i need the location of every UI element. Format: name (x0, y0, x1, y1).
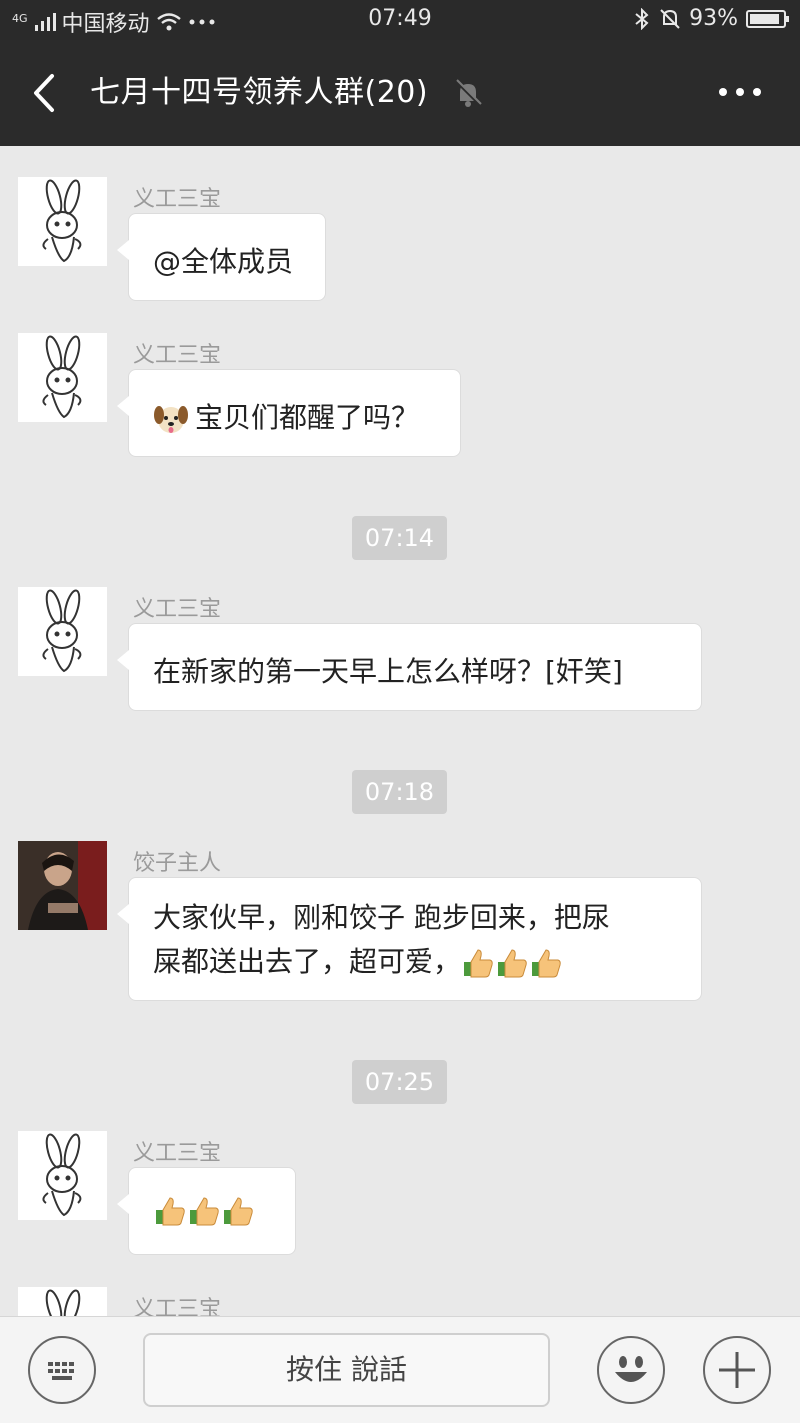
sender-name: 义工三宝 (133, 343, 222, 368)
timestamp: 07:18 (352, 770, 447, 814)
message-bubble[interactable] (117, 1167, 296, 1255)
battery-percent: 93% (689, 6, 738, 31)
message-text: 宝贝们都醒了吗？ (195, 401, 420, 434)
message-text-line: 大家伙早，刚和饺子 跑步回来，把尿 (153, 901, 610, 934)
avatar[interactable] (18, 333, 107, 422)
thumbs-up-emoji (190, 1197, 219, 1226)
sender-name: 义工三宝 (133, 1141, 222, 1166)
avatar[interactable] (18, 177, 107, 266)
sender-name: 义工三宝 (133, 597, 222, 622)
battery-icon (746, 9, 789, 28)
message-text-line: 屎都送出去了，超可爱， (153, 940, 677, 984)
avatar[interactable] (18, 841, 107, 930)
avatar[interactable] (18, 1131, 107, 1220)
sender-name: 义工三宝 (133, 187, 222, 212)
thumbs-up-emoji (464, 949, 493, 978)
smiley-icon[interactable] (597, 1336, 665, 1404)
thumbs-up-emoji (532, 949, 561, 978)
message-text: 屎都送出去了，超可爱， (153, 945, 462, 978)
message-bubble[interactable]: 宝贝们都醒了吗？ (117, 369, 461, 457)
alarm-off-icon (660, 8, 680, 29)
bell-muted-icon (454, 79, 482, 107)
message-text: 在新家的第一天早上怎么样呀？[奸笑] (153, 655, 623, 688)
chat-list[interactable]: 义工三宝 @全体成员 义工三宝 宝贝们都醒了吗？ 07:14 义工三宝 在新家的… (0, 146, 800, 1316)
page-title: 七月十四号领养人群(20) (90, 75, 429, 110)
status-bar: 4G 中国移动 07:49 93% (0, 0, 800, 40)
thumbs-up-emoji (498, 949, 527, 978)
chat-header: 七月十四号领养人群(20) (0, 40, 800, 146)
timestamp: 07:14 (352, 516, 447, 560)
thumbs-up-emoji (224, 1197, 253, 1226)
thumbs-up-emoji (156, 1197, 185, 1226)
message-text: @全体成员 (153, 245, 294, 278)
hold-to-talk-button[interactable]: 按住 說話 (143, 1333, 550, 1407)
keyboard-icon[interactable] (28, 1336, 96, 1404)
input-bar: 按住 說話 (0, 1316, 800, 1423)
more-dots-icon[interactable] (718, 82, 762, 102)
avatar[interactable] (18, 587, 107, 676)
sender-name: 饺子主人 (133, 851, 222, 876)
message-bubble[interactable]: 大家伙早，刚和饺子 跑步回来，把尿 屎都送出去了，超可爱， (117, 877, 702, 1001)
bluetooth-icon (635, 7, 649, 30)
dog-face-emoji (154, 406, 188, 433)
chevron-left-icon[interactable] (26, 68, 66, 118)
avatar[interactable] (18, 1287, 107, 1316)
timestamp: 07:25 (352, 1060, 447, 1104)
plus-icon[interactable] (703, 1336, 771, 1404)
message-bubble[interactable]: @全体成员 (117, 213, 326, 301)
sender-name: 义工三宝 (133, 1297, 222, 1316)
message-bubble[interactable]: 在新家的第一天早上怎么样呀？[奸笑] (117, 623, 702, 711)
